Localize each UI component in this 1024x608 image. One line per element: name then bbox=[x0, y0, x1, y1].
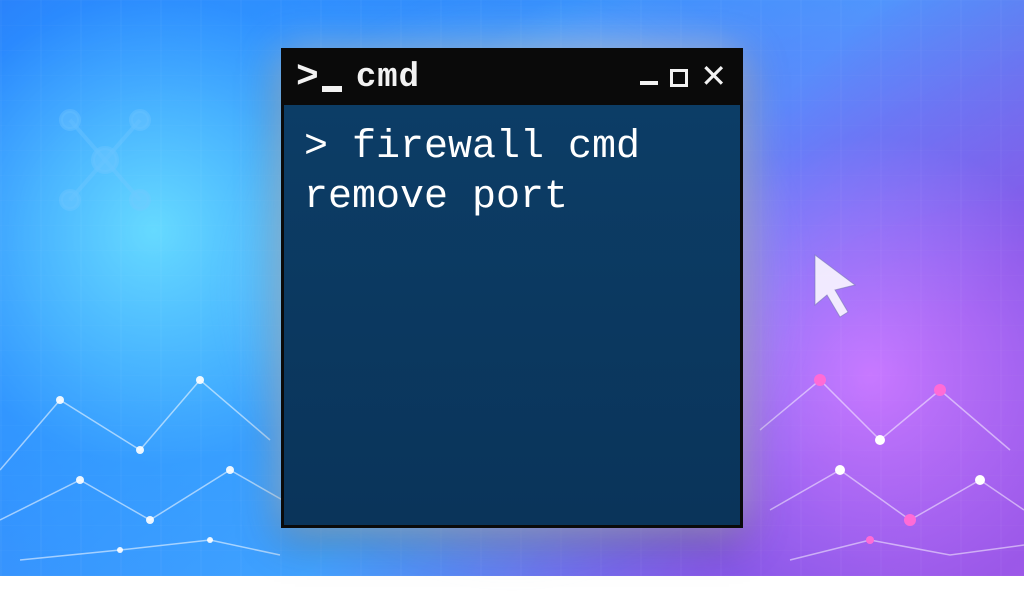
window-title: cmd bbox=[356, 59, 640, 97]
terminal-prompt-icon: > bbox=[296, 59, 342, 97]
terminal-window: > cmd ✕ > firewall cmd remove port bbox=[281, 48, 743, 528]
titlebar[interactable]: > cmd ✕ bbox=[284, 51, 740, 105]
window-controls: ✕ bbox=[640, 62, 728, 94]
terminal-body[interactable]: > firewall cmd remove port bbox=[284, 105, 740, 525]
command-text: firewall cmd remove port bbox=[304, 125, 640, 220]
close-icon[interactable]: ✕ bbox=[700, 60, 728, 92]
maximize-icon[interactable] bbox=[670, 69, 688, 87]
command-prompt: > bbox=[304, 125, 352, 170]
minimize-icon[interactable] bbox=[640, 81, 658, 85]
